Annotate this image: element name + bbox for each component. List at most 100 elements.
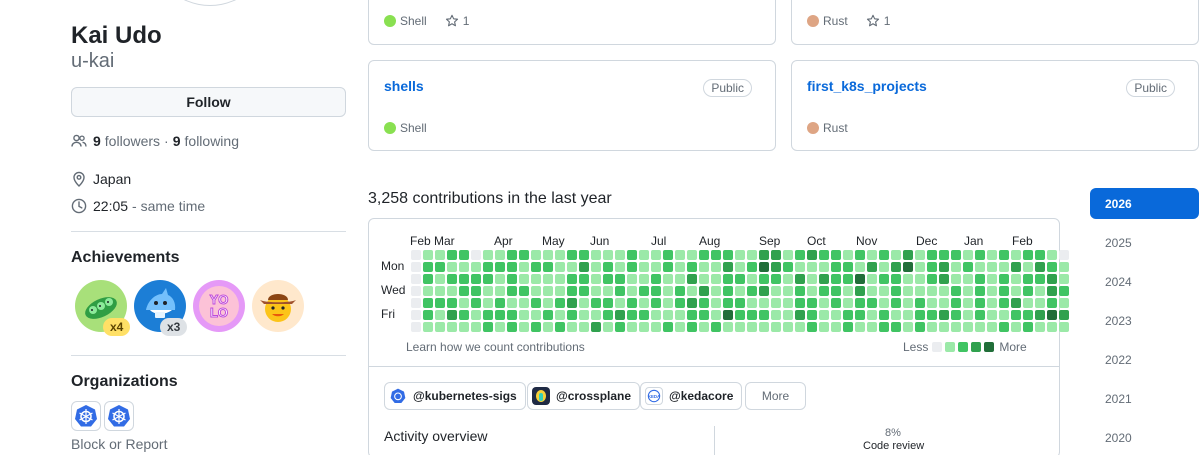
contribution-day-cell[interactable] (459, 310, 469, 320)
contribution-day-cell[interactable] (855, 274, 865, 284)
contribution-day-cell[interactable] (699, 262, 709, 272)
contribution-day-cell[interactable] (783, 250, 793, 260)
org-filter-crossplane[interactable]: @crossplane (527, 382, 641, 410)
contribution-day-cell[interactable] (747, 322, 757, 332)
contribution-day-cell[interactable] (627, 274, 637, 284)
contribution-day-cell[interactable] (579, 310, 589, 320)
contribution-day-cell[interactable] (915, 286, 925, 296)
year-link-2024[interactable]: 2024 (1090, 266, 1199, 297)
contribution-day-cell[interactable] (447, 250, 457, 260)
year-link-2023[interactable]: 2023 (1090, 305, 1199, 336)
contribution-day-cell[interactable] (543, 310, 553, 320)
contribution-day-cell[interactable] (1011, 274, 1021, 284)
contribution-day-cell[interactable] (963, 286, 973, 296)
contribution-day-cell[interactable] (459, 262, 469, 272)
contribution-day-cell[interactable] (639, 322, 649, 332)
contribution-day-cell[interactable] (903, 274, 913, 284)
contribution-day-cell[interactable] (639, 310, 649, 320)
contribution-day-cell[interactable] (567, 322, 577, 332)
contribution-day-cell[interactable] (411, 262, 421, 272)
contribution-day-cell[interactable] (723, 274, 733, 284)
contribution-day-cell[interactable] (819, 274, 829, 284)
contribution-day-cell[interactable] (663, 286, 673, 296)
contribution-day-cell[interactable] (579, 322, 589, 332)
contribution-day-cell[interactable] (747, 250, 757, 260)
contribution-day-cell[interactable] (507, 298, 517, 308)
contribution-day-cell[interactable] (519, 262, 529, 272)
contribution-day-cell[interactable] (651, 286, 661, 296)
contribution-day-cell[interactable] (783, 262, 793, 272)
contribution-day-cell[interactable] (927, 262, 937, 272)
contribution-day-cell[interactable] (831, 298, 841, 308)
contribution-day-cell[interactable] (639, 262, 649, 272)
contribution-day-cell[interactable] (555, 274, 565, 284)
contribution-day-cell[interactable] (1059, 310, 1069, 320)
contribution-day-cell[interactable] (543, 298, 553, 308)
contribution-day-cell[interactable] (867, 250, 877, 260)
contribution-day-cell[interactable] (423, 250, 433, 260)
contribution-day-cell[interactable] (807, 298, 817, 308)
contribution-day-cell[interactable] (855, 322, 865, 332)
contribution-day-cell[interactable] (963, 250, 973, 260)
contribution-day-cell[interactable] (975, 250, 985, 260)
contribution-day-cell[interactable] (843, 310, 853, 320)
contribution-day-cell[interactable] (975, 286, 985, 296)
contribution-day-cell[interactable] (807, 310, 817, 320)
repo-name-link[interactable]: shells (384, 78, 424, 94)
contribution-day-cell[interactable] (807, 250, 817, 260)
contribution-day-cell[interactable] (651, 250, 661, 260)
contribution-day-cell[interactable] (807, 274, 817, 284)
contribution-day-cell[interactable] (495, 322, 505, 332)
contribution-day-cell[interactable] (483, 298, 493, 308)
achievements-title[interactable]: Achievements (71, 249, 180, 267)
contribution-day-cell[interactable] (879, 274, 889, 284)
contribution-day-cell[interactable] (495, 262, 505, 272)
contribution-day-cell[interactable] (627, 298, 637, 308)
contribution-day-cell[interactable] (687, 286, 697, 296)
contribution-day-cell[interactable] (987, 310, 997, 320)
contribution-day-cell[interactable] (759, 274, 769, 284)
contribution-day-cell[interactable] (711, 310, 721, 320)
contribution-day-cell[interactable] (507, 310, 517, 320)
contribution-day-cell[interactable] (663, 262, 673, 272)
contribution-day-cell[interactable] (1011, 298, 1021, 308)
contribution-day-cell[interactable] (759, 286, 769, 296)
contribution-day-cell[interactable] (939, 310, 949, 320)
contribution-day-cell[interactable] (675, 310, 685, 320)
contribution-day-cell[interactable] (843, 250, 853, 260)
contribution-day-cell[interactable] (555, 298, 565, 308)
contribution-day-cell[interactable] (447, 262, 457, 272)
contribution-day-cell[interactable] (663, 274, 673, 284)
contribution-day-cell[interactable] (903, 262, 913, 272)
avatar[interactable] (150, 0, 270, 6)
contribution-day-cell[interactable] (735, 310, 745, 320)
contribution-day-cell[interactable] (483, 274, 493, 284)
contribution-day-cell[interactable] (1059, 286, 1069, 296)
contribution-day-cell[interactable] (963, 262, 973, 272)
cowboy-badge-icon[interactable] (252, 280, 304, 332)
contribution-day-cell[interactable] (699, 250, 709, 260)
contribution-day-cell[interactable] (939, 250, 949, 260)
contribution-day-cell[interactable] (1059, 298, 1069, 308)
contribution-day-cell[interactable] (807, 286, 817, 296)
contribution-day-cell[interactable] (843, 286, 853, 296)
contribution-day-cell[interactable] (1023, 262, 1033, 272)
contribution-day-cell[interactable] (987, 250, 997, 260)
contribution-day-cell[interactable] (1047, 262, 1057, 272)
contribution-day-cell[interactable] (615, 322, 625, 332)
contribution-day-cell[interactable] (1047, 298, 1057, 308)
contribution-day-cell[interactable] (819, 250, 829, 260)
contribution-day-cell[interactable] (459, 322, 469, 332)
contribution-day-cell[interactable] (879, 250, 889, 260)
contribution-day-cell[interactable] (951, 250, 961, 260)
contribution-day-cell[interactable] (483, 262, 493, 272)
contribution-day-cell[interactable] (1023, 322, 1033, 332)
contribution-day-cell[interactable] (435, 262, 445, 272)
contribution-day-cell[interactable] (783, 286, 793, 296)
contribution-day-cell[interactable] (495, 286, 505, 296)
contribution-day-cell[interactable] (615, 262, 625, 272)
contribution-day-cell[interactable] (783, 274, 793, 284)
contribution-day-cell[interactable] (411, 298, 421, 308)
contribution-day-cell[interactable] (735, 274, 745, 284)
contribution-day-cell[interactable] (519, 322, 529, 332)
